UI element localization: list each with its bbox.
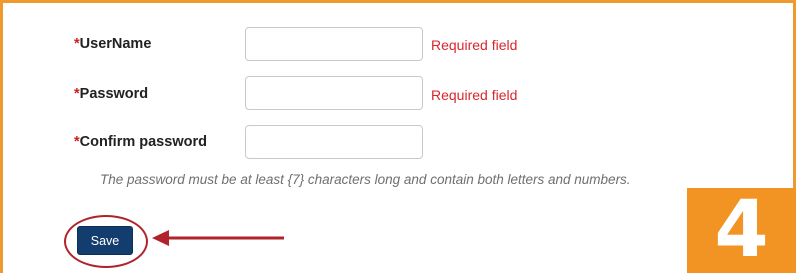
username-label: *UserName <box>74 36 151 52</box>
confirm-password-input[interactable] <box>245 125 423 159</box>
password-input[interactable] <box>245 76 423 110</box>
confirm-password-label-text: Confirm password <box>79 134 207 150</box>
step-number-badge: 4 <box>687 188 796 273</box>
pointer-arrow-icon <box>152 230 284 246</box>
username-label-text: UserName <box>79 36 152 52</box>
username-input[interactable] <box>245 27 423 61</box>
password-label: *Password <box>74 86 148 102</box>
confirm-password-label: *Confirm password <box>74 134 207 150</box>
save-button[interactable]: Save <box>77 226 133 255</box>
password-hint: The password must be at least {7} charac… <box>100 172 631 187</box>
password-error: Required field <box>431 87 518 103</box>
password-label-text: Password <box>79 86 149 102</box>
username-error: Required field <box>431 37 518 53</box>
